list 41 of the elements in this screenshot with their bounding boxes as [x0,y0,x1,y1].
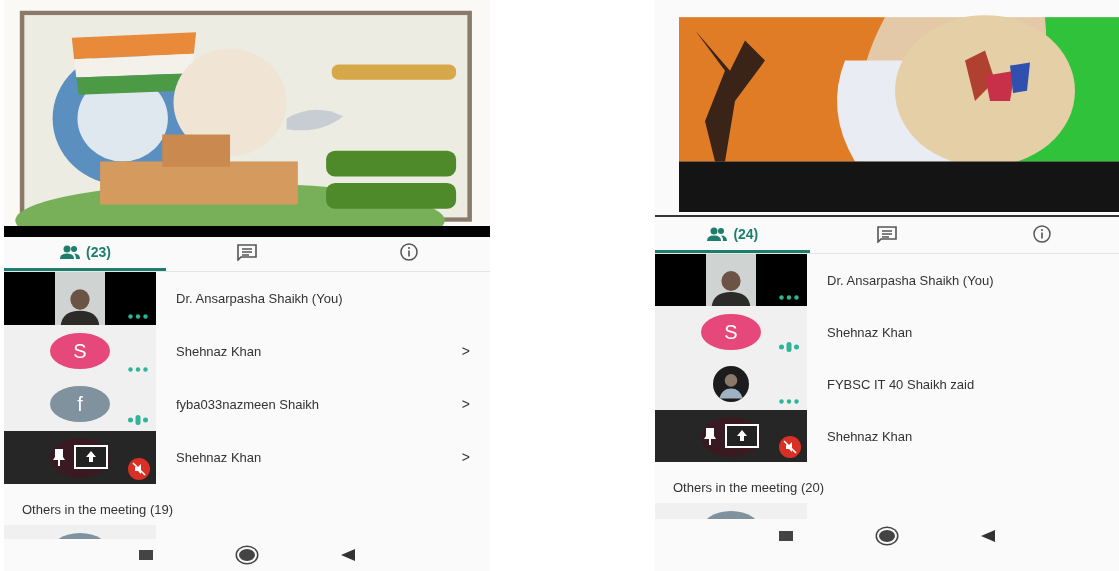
present-screen-icon [725,424,759,448]
participant-name: Dr. Ansarpasha Shaikh (You) [176,290,344,306]
avatar-initial: f [50,386,110,423]
participant-name: fyba033nazmeen Shaikh [176,396,321,412]
info-icon [1031,223,1052,244]
camera-video [55,271,105,325]
chat-icon [236,243,258,262]
home-button[interactable] [879,530,895,542]
chevron[interactable]: > [461,396,470,413]
chevron[interactable]: > [461,449,470,466]
camera-video [706,254,756,306]
chevron[interactable]: > [461,343,470,360]
participant-name: FYBSC IT 40 Shaikh zaid [827,376,976,392]
participant-name: Shehnaz Khan [827,428,914,444]
participant-tile[interactable]: f [4,377,156,431]
chat-icon [876,224,898,243]
participant-tile[interactable] [655,410,807,462]
people-icon [59,245,82,260]
people-icon [706,226,729,241]
section-heading: Others in the meeting (19) [21,500,175,519]
participant-tile[interactable]: S [655,306,807,358]
participant-tile[interactable] [4,271,156,325]
participant-tile[interactable] [655,254,807,306]
participant-name: Shehnaz Khan [176,343,263,359]
avatar-initial: S [701,314,761,350]
back-button[interactable] [981,530,995,542]
participant-tile[interactable]: S [4,324,156,378]
participant-tile[interactable] [4,430,156,484]
section-heading: Others in the meeting (20) [672,479,826,497]
participant-name: Shehnaz Khan [176,449,263,465]
pin-icon [703,427,717,445]
participant-tile[interactable] [655,358,807,410]
participant-name: Shehnaz Khan [827,324,914,340]
pin-icon [52,448,66,467]
present-screen-icon [74,445,108,470]
info-icon [399,242,419,263]
avatar-initial: S [50,333,110,370]
participant-name: Dr. Ansarpasha Shaikh (You) [827,272,995,288]
home-button[interactable] [239,549,255,562]
recents-button[interactable] [139,550,153,561]
back-button[interactable] [341,549,355,562]
